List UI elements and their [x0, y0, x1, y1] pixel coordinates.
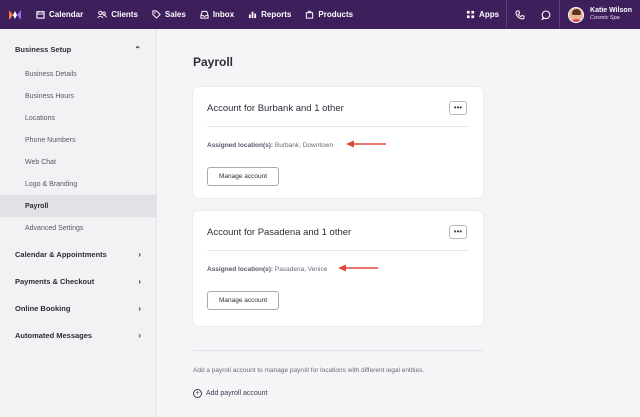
bag-icon: [306, 10, 314, 19]
nav-label: Clients: [111, 10, 138, 19]
nav-products[interactable]: Products: [298, 0, 360, 29]
section-label: Payments & Checkout: [15, 277, 95, 286]
assigned-locations: Assigned location(s): Burbank, Downtown: [207, 142, 333, 149]
assigned-values: Pasadena, Venice: [274, 266, 328, 273]
annotation-arrow-icon: [346, 140, 386, 148]
chevron-up-icon: ⌃: [134, 45, 141, 54]
apps-label: Apps: [479, 10, 500, 19]
chevron-right-icon: ›: [138, 304, 141, 313]
sidebar-item-advanced-settings[interactable]: Advanced Settings: [0, 217, 156, 239]
user-menu[interactable]: Katie Wilson Cosmic Spa: [560, 0, 640, 29]
sidebar-section-business-setup[interactable]: Business Setup ⌃: [0, 36, 156, 63]
annotation-arrow-icon: [338, 264, 378, 272]
chevron-right-icon: ›: [138, 250, 141, 259]
sidebar-item-business-details[interactable]: Business Details: [0, 63, 156, 85]
nav-sales[interactable]: Sales: [145, 0, 193, 29]
manage-account-button[interactable]: Manage account: [207, 167, 279, 186]
card-divider: [207, 126, 469, 127]
nav-calendar[interactable]: Calendar: [29, 0, 90, 29]
ellipsis-icon: •••: [453, 103, 463, 112]
nav-label: Reports: [261, 10, 292, 19]
main-content: Payroll Account for Burbank and 1 other …: [158, 29, 640, 417]
bar-chart-icon: [249, 11, 257, 19]
settings-sidebar: Business Setup ⌃ Business Details Busine…: [0, 29, 157, 417]
sidebar-section-online-booking[interactable]: Online Booking ›: [0, 295, 156, 322]
assigned-values: Burbank, Downtown: [274, 142, 334, 149]
app-logo[interactable]: [0, 0, 29, 29]
nav-clients[interactable]: Clients: [90, 0, 145, 29]
nav-label: Inbox: [212, 10, 235, 19]
section-divider: [193, 350, 483, 351]
add-label: Add payroll account: [206, 390, 268, 397]
card-divider: [207, 250, 469, 251]
sidebar-item-payroll[interactable]: Payroll: [0, 195, 156, 217]
nav-label: Calendar: [49, 10, 84, 19]
assigned-label: Assigned location(s):: [207, 142, 274, 149]
nav-reports[interactable]: Reports: [241, 0, 298, 29]
tag-icon: [152, 10, 161, 19]
phone-icon: [515, 10, 525, 20]
logo-icon: [8, 9, 21, 20]
phone-button[interactable]: [507, 0, 533, 29]
top-nav: Calendar Clients Sales Inbox Reports Pro…: [0, 0, 640, 29]
assigned-label: Assigned location(s):: [207, 266, 274, 273]
manage-account-button[interactable]: Manage account: [207, 291, 279, 310]
user-info: Katie Wilson Cosmic Spa: [590, 7, 632, 22]
user-org: Cosmic Spa: [590, 15, 620, 21]
nav-label: Sales: [164, 10, 186, 19]
nav-right: Apps Katie Wilson Cosmic Spa: [459, 0, 640, 29]
help-text: Add a payroll account to manage payroll …: [193, 367, 425, 374]
page-title: Payroll: [193, 55, 234, 69]
calendar-icon: [36, 10, 45, 19]
nav-label: Products: [318, 10, 354, 19]
sidebar-item-logo-branding[interactable]: Logo & Branding: [0, 173, 156, 195]
avatar: [568, 6, 585, 23]
account-title: Account for Burbank and 1 other: [207, 103, 344, 114]
section-label: Automated Messages: [15, 331, 93, 340]
section-label: Online Booking: [15, 304, 71, 313]
chat-bubble-icon: [541, 9, 551, 20]
nav-inbox[interactable]: Inbox: [193, 0, 241, 29]
add-payroll-account-link[interactable]: + Add payroll account: [193, 389, 267, 398]
section-label: Calendar & Appointments: [15, 250, 107, 259]
sidebar-item-web-chat[interactable]: Web Chat: [0, 151, 156, 173]
grid-icon: [466, 10, 475, 19]
user-name: Katie Wilson: [590, 7, 632, 14]
chevron-right-icon: ›: [138, 331, 141, 340]
chat-button[interactable]: [533, 0, 559, 29]
inbox-icon: [200, 10, 209, 19]
nav-apps[interactable]: Apps: [459, 0, 506, 29]
section-label: Business Setup: [15, 45, 72, 54]
sidebar-item-locations[interactable]: Locations: [0, 107, 156, 129]
payroll-account-card: Account for Pasadena and 1 other ••• Ass…: [193, 211, 483, 326]
sidebar-item-phone-numbers[interactable]: Phone Numbers: [0, 129, 156, 151]
chevron-right-icon: ›: [138, 277, 141, 286]
payroll-account-card: Account for Burbank and 1 other ••• Assi…: [193, 87, 483, 198]
plus-circle-icon: +: [193, 389, 202, 398]
more-options-button[interactable]: •••: [449, 225, 467, 239]
assigned-locations: Assigned location(s): Pasadena, Venice: [207, 266, 327, 273]
ellipsis-icon: •••: [453, 227, 463, 236]
sidebar-item-business-hours[interactable]: Business Hours: [0, 85, 156, 107]
account-title: Account for Pasadena and 1 other: [207, 227, 352, 238]
users-icon: [97, 10, 108, 19]
sidebar-section-calendar-appointments[interactable]: Calendar & Appointments ›: [0, 241, 156, 268]
sidebar-section-automated-messages[interactable]: Automated Messages ›: [0, 322, 156, 349]
sidebar-section-payments-checkout[interactable]: Payments & Checkout ›: [0, 268, 156, 295]
more-options-button[interactable]: •••: [449, 101, 467, 115]
